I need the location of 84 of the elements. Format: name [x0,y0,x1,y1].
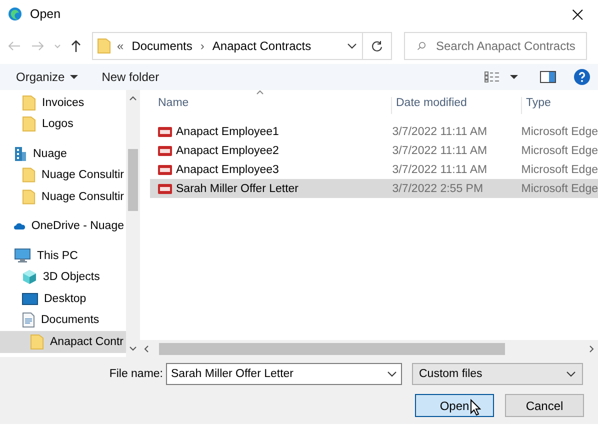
refresh-icon[interactable] [371,40,383,52]
nav-item[interactable]: 3D Objects [0,266,126,288]
folder-icon [22,188,36,205]
horizontal-scrollbar[interactable] [140,340,598,357]
help-icon[interactable] [574,69,590,85]
scroll-right-icon[interactable] [589,344,594,352]
vertical-scrollbar[interactable] [126,90,140,357]
nav-item[interactable]: Documents [0,310,126,331]
type-cell-text: Microsoft Edge [520,164,598,176]
file-name-label: File name: [108,368,164,380]
view-options-icon[interactable] [484,71,500,83]
breadcrumb-separator: › [200,39,204,53]
address-bar[interactable]: « Documents › Anapact Contracts [92,32,392,60]
organize-menu[interactable]: Organize [14,68,80,86]
new-folder-button[interactable]: New folder [100,68,162,86]
chevron-down-icon[interactable] [566,371,576,377]
mouse-pointer-icon [470,399,481,416]
up-arrow-icon[interactable] [71,40,81,52]
file-row[interactable]: Anapact Employee1 3/7/2022 11:11 AM Microsoft Edge [150,122,598,141]
date-cell-text: 3/7/2022 2:55 PM [391,182,484,194]
chevron-down-icon[interactable] [347,43,357,49]
file-row[interactable]: Sarah Miller Offer Letter 3/7/2022 2:55 PM Microsoft Edge [150,179,598,198]
file-name-field[interactable]: Sarah Miller Offer Letter [171,368,387,380]
search-box[interactable]: Search Anapact Contracts [404,32,587,60]
nav-item[interactable]: Anapact Contr [0,331,126,352]
breadcrumb[interactable]: Documents [132,39,192,53]
cancel-button[interactable]: Cancel [505,394,584,417]
caret-icon [70,74,78,80]
nav-item[interactable]: Nuage Consultir [0,186,126,208]
scrollbar-thumb[interactable] [128,149,138,211]
date-cell-text: 3/7/2022 11:11 AM [391,144,488,156]
open-button[interactable]: Open [415,394,494,417]
type-cell-text: Microsoft Edge [520,182,598,194]
type-cell-text: Microsoft Edge [520,144,598,156]
pdf-file-icon [158,144,172,156]
pdf-file-icon [158,182,172,194]
column-header[interactable]: Type [522,97,551,114]
chevron-down-icon[interactable] [387,371,397,377]
document-icon [22,312,35,328]
folder-icon [22,94,36,111]
app-logo-icon [8,7,22,21]
desktop-icon [22,292,38,305]
scroll-up-icon[interactable] [129,96,137,101]
preview-pane-icon[interactable] [540,71,556,83]
file-name: Anapact Employee3 [176,164,279,176]
nav-item[interactable]: Nuage [0,143,126,164]
date-cell-text: 3/7/2022 11:11 AM [391,126,488,138]
folder-icon [22,116,36,132]
file-name-combo-box[interactable]: Sarah Miller Offer Letter [166,363,402,385]
building-icon [14,146,27,162]
nav-item[interactable]: Invoices [0,92,126,114]
folder-icon [30,334,44,350]
monitor-icon [14,248,31,264]
close-button[interactable]: × [565,4,590,24]
nav-item[interactable]: Desktop [0,288,126,310]
folder-icon [22,167,36,184]
cloud-icon [14,220,26,232]
nav-item[interactable]: OneDrive - Nuage [0,216,126,237]
file-row[interactable]: Anapact Employee3 3/7/2022 11:11 AM Microsoft Edge [150,160,598,179]
overflow-chevrons[interactable]: « [117,39,124,53]
scroll-down-icon[interactable] [129,346,137,351]
breadcrumb[interactable]: Anapact Contracts [212,39,312,53]
file-name: Anapact Employee1 [176,126,279,138]
folder-icon [97,38,111,54]
nav-item[interactable]: This PC [0,245,126,266]
cube-icon [22,269,37,286]
file-name: Anapact Employee2 [176,144,279,156]
scrollbar-thumb[interactable] [159,342,505,354]
type-cell-text: Microsoft Edge [520,126,598,138]
pdf-file-icon [158,126,172,138]
file-type-dropdown[interactable]: Custom files [412,363,583,385]
pdf-file-icon [158,164,172,176]
nav-item[interactable]: Logos [0,114,126,135]
column-header[interactable]: Date modified [392,97,522,114]
caret-icon[interactable] [510,74,518,80]
sort-caret-icon [256,90,264,95]
window-title: Open [30,7,62,21]
file-name: Sarah Miller Offer Letter [176,182,299,194]
column-header[interactable]: Name [154,97,392,114]
nav-item[interactable]: Nuage Consultir [0,164,126,186]
file-row[interactable]: Anapact Employee2 3/7/2022 11:11 AM Microsoft Edge [150,141,598,160]
scroll-left-icon[interactable] [144,344,149,352]
search-icon [417,40,426,52]
date-cell-text: 3/7/2022 11:11 AM [391,164,488,176]
